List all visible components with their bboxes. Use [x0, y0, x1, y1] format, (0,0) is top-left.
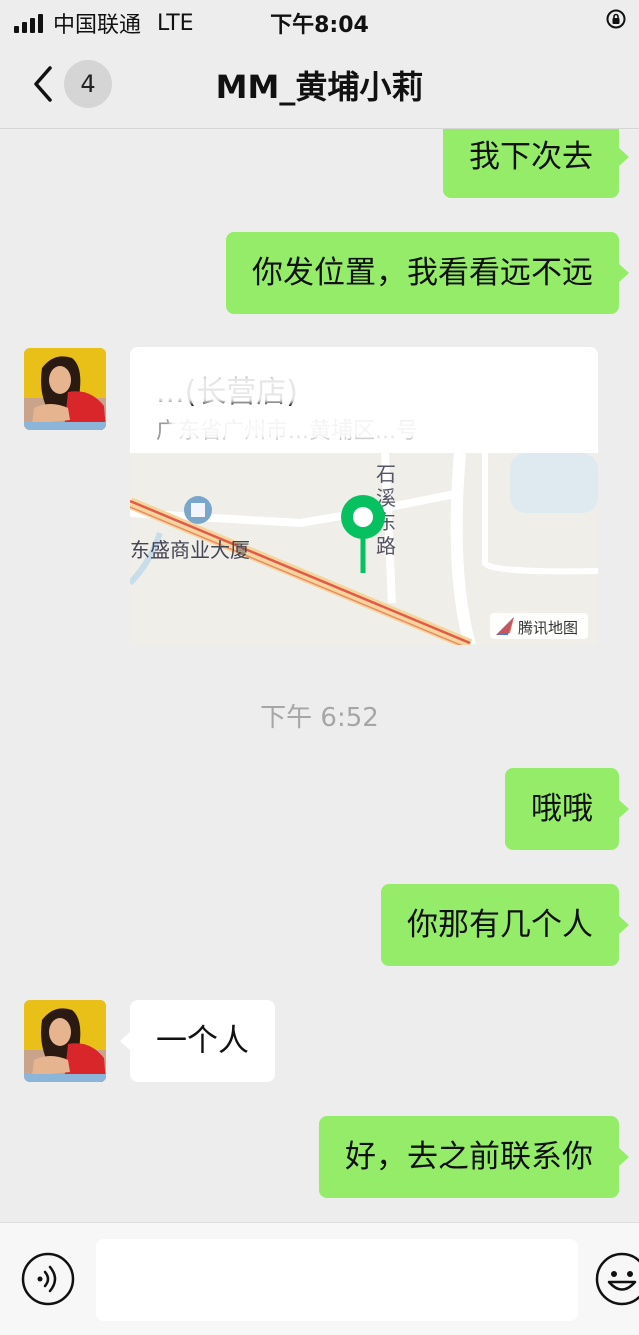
- status-bar: 中国联通 LTE 下午8:04: [0, 0, 639, 40]
- map-brand-label: 腾讯地图: [518, 619, 578, 637]
- message-bubble-sent[interactable]: 哦哦: [505, 768, 629, 850]
- orientation-lock-icon: [606, 9, 626, 29]
- chat-header: 4 MM_黄埔小莉: [0, 40, 639, 129]
- location-info: ...(长营店) 广东省广州市...黄埔区...号: [130, 347, 598, 453]
- message-bubble-sent[interactable]: 好，去之前联系你: [319, 1116, 629, 1198]
- svg-text:石: 石: [376, 462, 396, 486]
- voice-input-icon[interactable]: [20, 1251, 76, 1307]
- redaction-mark: [170, 417, 550, 439]
- chat-title: MM_黄埔小莉: [215, 68, 424, 106]
- contact-avatar[interactable]: [24, 1000, 106, 1082]
- avatar-photo: [24, 348, 106, 430]
- message-bubble-sent[interactable]: 你那有几个人: [381, 884, 629, 966]
- message-bubble-received[interactable]: 一个人: [120, 1000, 275, 1082]
- message-timestamp: 下午 6:52: [260, 703, 379, 733]
- message-bubble-sent[interactable]: 我下次去: [443, 129, 629, 198]
- svg-text:路: 路: [376, 534, 396, 558]
- message-input[interactable]: [96, 1239, 578, 1321]
- message-list[interactable]: 我下次去 你发位置，我看看远不远 ...(长营店) 广东省广州市...黄埔区..…: [0, 129, 639, 1221]
- map-building-label: 东盛商业大厦: [130, 538, 250, 562]
- redaction-mark: [150, 375, 410, 403]
- location-message-card[interactable]: ...(长营店) 广东省广州市...黄埔区...号 东盛商业大厦 石溪东路: [130, 347, 598, 645]
- contact-avatar[interactable]: [24, 348, 106, 430]
- status-time: 下午8:04: [270, 13, 369, 38]
- message-bubble-sent[interactable]: 你发位置，我看看远不远: [226, 232, 629, 314]
- avatar-photo: [24, 1000, 106, 1082]
- location-map[interactable]: 东盛商业大厦 石溪东路 腾讯地图: [130, 453, 598, 645]
- input-bar: [0, 1222, 639, 1335]
- emoji-icon[interactable]: [594, 1251, 639, 1307]
